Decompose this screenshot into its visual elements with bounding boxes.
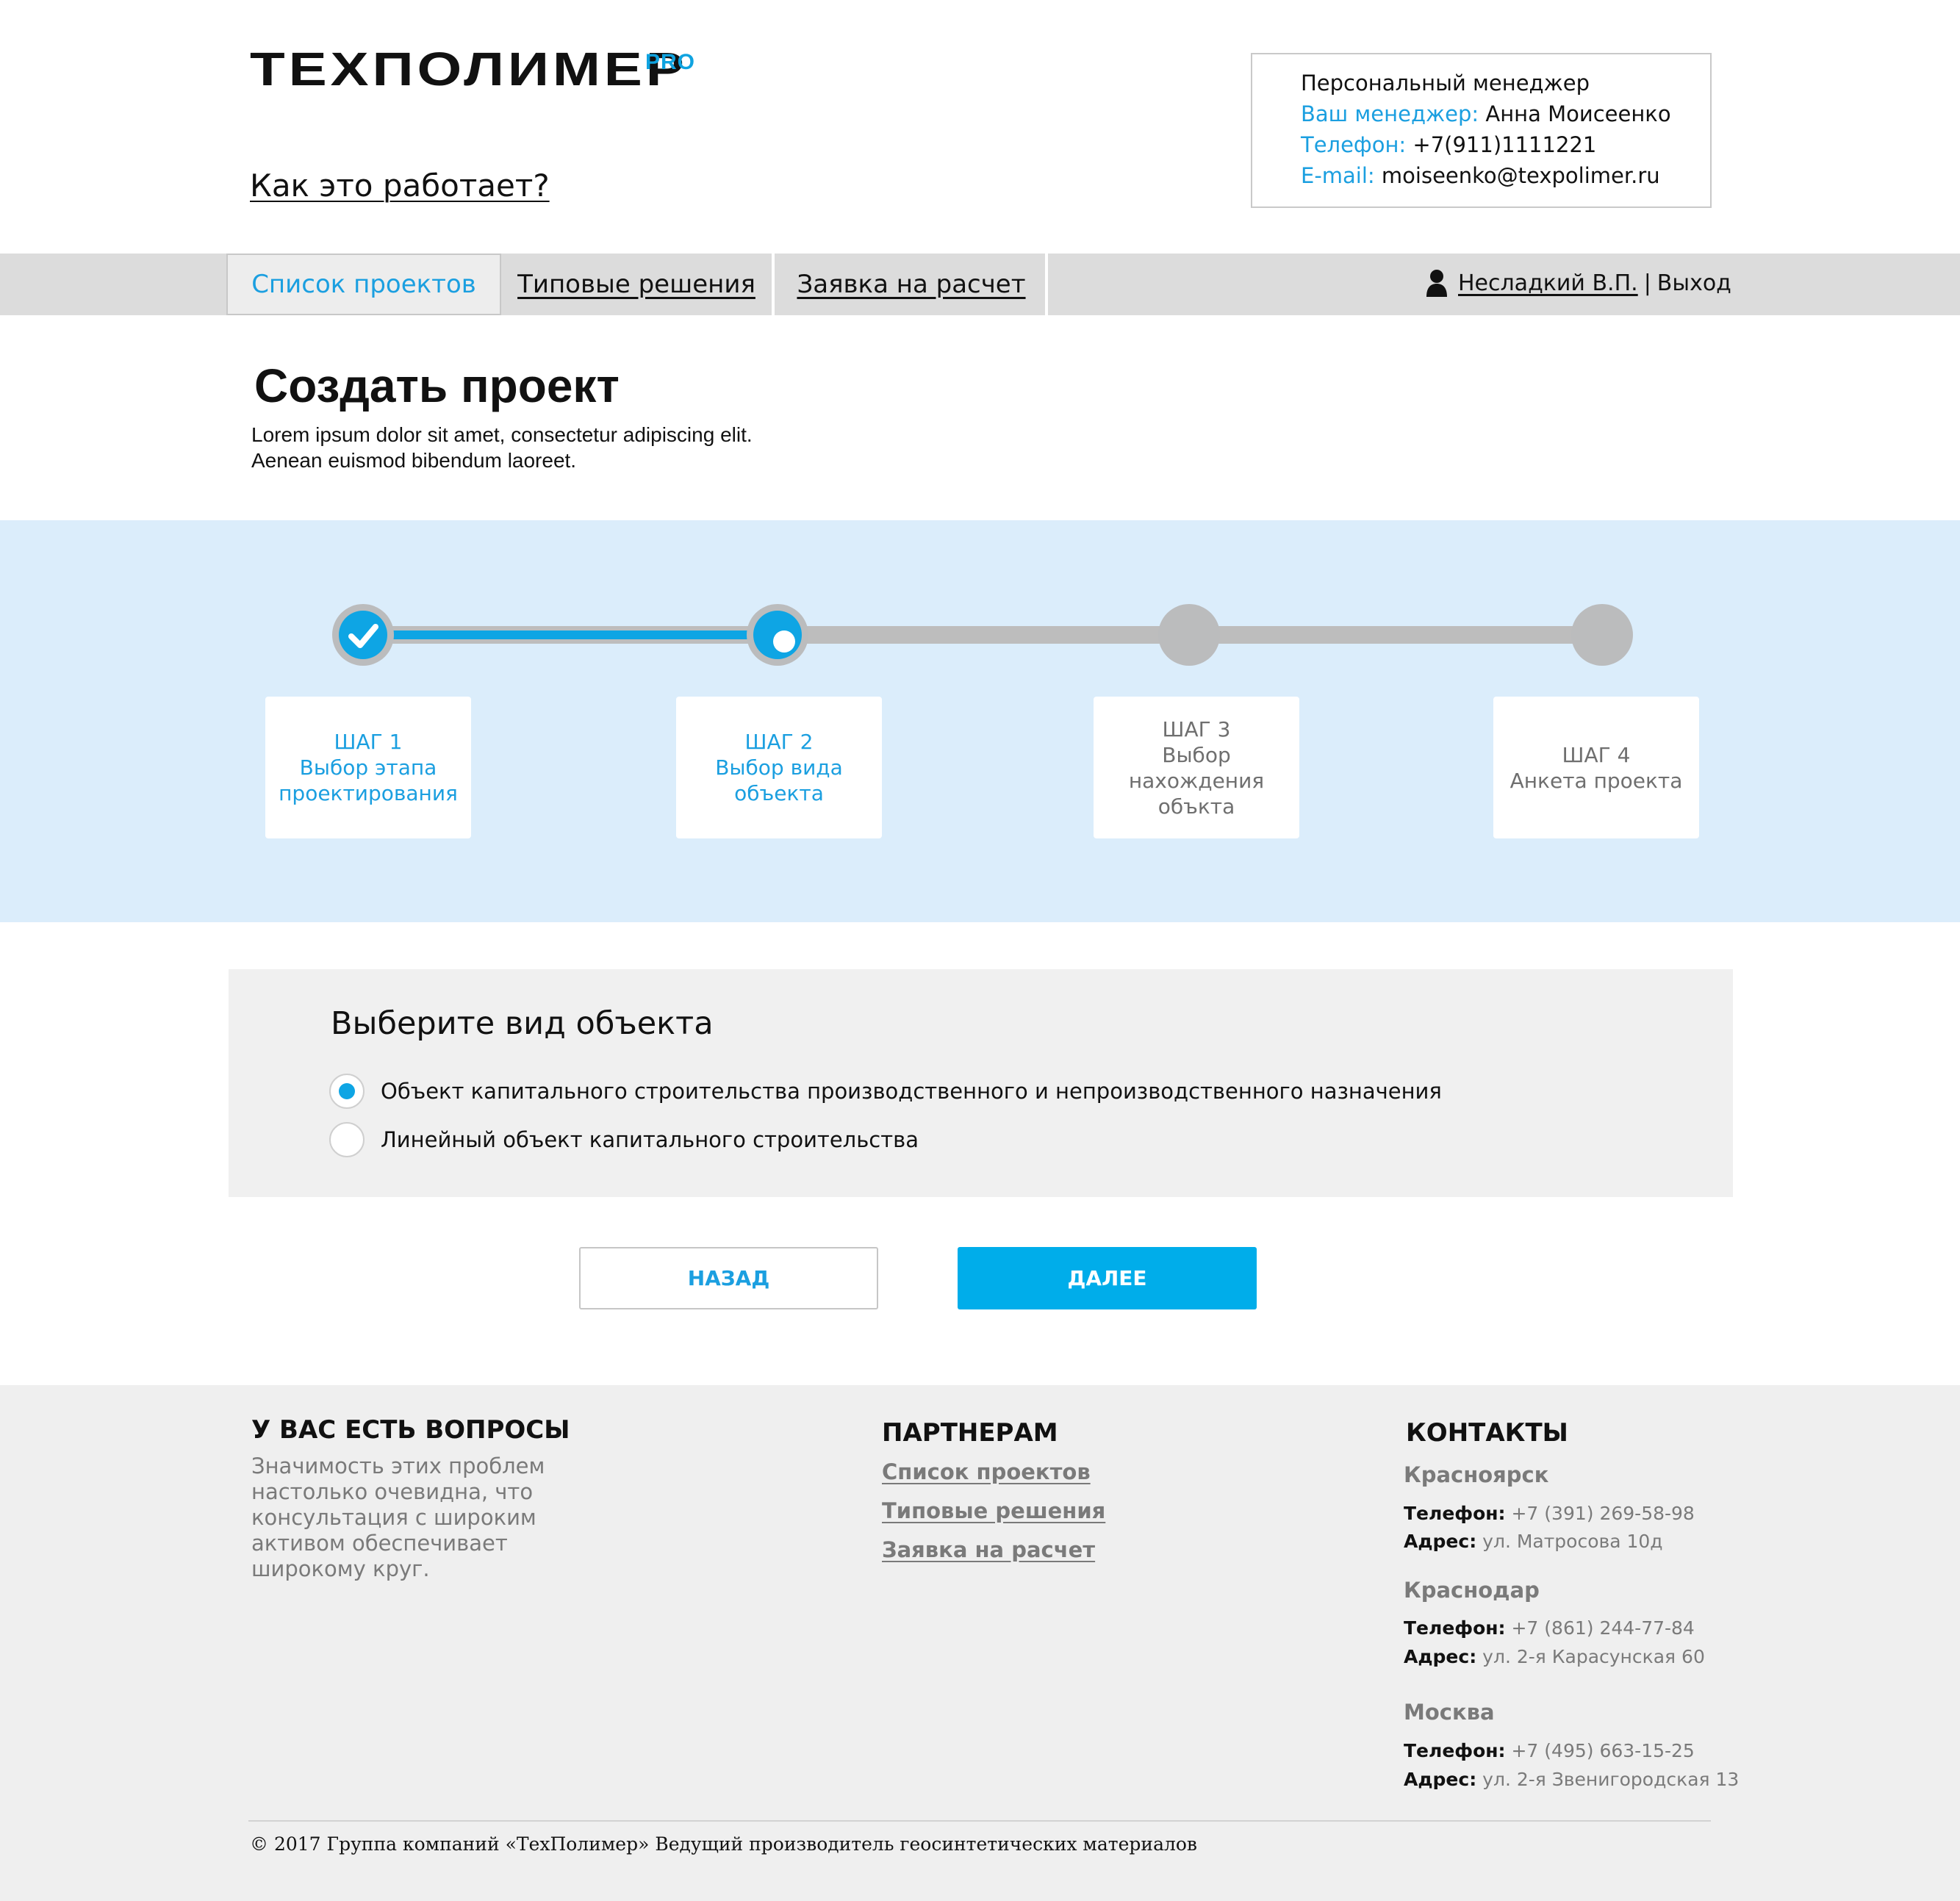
object-type-option-capital[interactable]: Объект капитального строительства произв… (329, 1073, 1442, 1110)
footer-questions-title: У ВАС ЕСТЬ ВОПРОСЫ (251, 1415, 570, 1445)
step-3-node[interactable] (1158, 604, 1220, 666)
footer-contacts-title: КОНТАКТЫ (1406, 1418, 1568, 1448)
manager-phone[interactable]: +7(911)1111221 (1412, 132, 1596, 157)
how-it-works-link[interactable]: Как это работает? (250, 168, 550, 204)
city-phone[interactable]: +7 (861) 244-77-84 (1511, 1617, 1694, 1639)
object-type-title: Выберите вид объекта (331, 1005, 714, 1042)
user-menu: Несладкий В.П. | Выход (1426, 265, 1731, 301)
address-label: Адрес: (1404, 1646, 1477, 1667)
step-number: ШАГ 4 (1562, 742, 1631, 767)
step-label: нахождения (1128, 768, 1265, 793)
footer-copyright: © 2017 Группа компаний «ТехПолимер» Веду… (250, 1833, 1197, 1855)
city-address: ул. Матросова 10д (1482, 1531, 1663, 1552)
step-number: ШАГ 3 (1162, 716, 1231, 741)
footer-text-line: активом обеспечивает (251, 1531, 508, 1556)
logout-link[interactable]: Выход (1657, 270, 1731, 296)
footer-text-line: Значимость этих проблем (251, 1453, 545, 1478)
user-icon (1426, 270, 1447, 297)
step-card-3[interactable]: ШАГ 3 Выбор нахождения объкта (1094, 697, 1299, 838)
step-label: Выбор этапа (299, 755, 437, 780)
logo[interactable]: ТЕХПОЛИМЕР (250, 46, 688, 93)
city-address-row: Адрес: ул. 2-я Звенигородская 13 (1404, 1769, 1739, 1790)
next-button[interactable]: ДАЛЕЕ (958, 1247, 1257, 1309)
footer-link-calculation-request[interactable]: Заявка на расчет (882, 1537, 1095, 1562)
city-address-row: Адрес: ул. Матросова 10д (1404, 1531, 1663, 1552)
footer-text-line: широкому круг. (251, 1556, 430, 1581)
back-button[interactable]: НАЗАД (579, 1247, 878, 1309)
manager-name: Анна Моисеенко (1485, 101, 1671, 126)
step-number: ШАГ 2 (744, 730, 814, 754)
footer-divider (248, 1820, 1711, 1822)
stepper-progress (390, 630, 779, 639)
city-address: ул. 2-я Карасунская 60 (1482, 1646, 1705, 1667)
step-label: Анкета проекта (1510, 768, 1683, 793)
checkmark-icon (348, 624, 378, 648)
radio-unchecked-icon[interactable] (329, 1122, 365, 1157)
page-title: Создать проект (254, 359, 620, 412)
active-dot-icon (773, 630, 795, 653)
footer-text-line: консультация с широким (251, 1505, 536, 1530)
phone-label: Телефон: (1404, 1740, 1506, 1761)
user-name-link[interactable]: Несладкий В.П. (1458, 270, 1638, 296)
city-name: Красноярск (1404, 1462, 1549, 1487)
step-label: объекта (734, 781, 824, 805)
city-phone[interactable]: +7 (495) 663-15-25 (1511, 1740, 1694, 1761)
page-description-line: Aenean euismod bibendum laoreet. (251, 449, 577, 472)
radio-checked-icon[interactable] (329, 1074, 365, 1109)
address-label: Адрес: (1404, 1531, 1477, 1552)
city-address: ул. 2-я Звенигородская 13 (1482, 1769, 1740, 1790)
footer-link-typical-solutions[interactable]: Типовые решения (882, 1498, 1105, 1523)
user-menu-separator: | (1643, 270, 1651, 296)
step-card-1[interactable]: ШАГ 1 Выбор этапа проектирования (265, 697, 471, 838)
city-phone-row: Телефон: +7 (391) 269-58-98 (1404, 1503, 1695, 1524)
footer-partners-title: ПАРТНЕРАМ (882, 1418, 1058, 1448)
city-address-row: Адрес: ул. 2-я Карасунская 60 (1404, 1646, 1705, 1667)
footer-questions-text: Значимость этих проблем настолько очевид… (251, 1453, 545, 1582)
step-number: ШАГ 1 (334, 730, 403, 754)
city-phone-row: Телефон: +7 (495) 663-15-25 (1404, 1740, 1695, 1761)
step-label: объкта (1157, 794, 1235, 819)
page-description-line: Lorem ipsum dolor sit amet, consectetur … (251, 423, 753, 446)
footer-link-project-list[interactable]: Список проектов (882, 1459, 1091, 1484)
step-2-node[interactable] (747, 604, 808, 666)
tab-calculation-request[interactable]: Заявка на расчет (778, 254, 1048, 315)
footer-text-line: настолько очевидна, что (251, 1479, 534, 1504)
step-label: Выбор вида (715, 755, 843, 780)
step-label: проектирования (279, 781, 458, 805)
option-label: Объект капитального строительства произв… (381, 1079, 1442, 1104)
step-1-node[interactable] (332, 604, 394, 666)
step-label: Выбор (1162, 742, 1231, 767)
page-description: Lorem ipsum dolor sit amet, consectetur … (251, 422, 913, 473)
manager-phone-label: Телефон: (1301, 132, 1407, 157)
manager-card-title: Персональный менеджер (1301, 71, 1590, 96)
manager-email-label: E-mail: (1301, 163, 1375, 188)
city-name: Москва (1404, 1700, 1495, 1725)
logo-pro-badge: PRO (645, 50, 696, 74)
step-card-4[interactable]: ШАГ 4 Анкета проекта (1493, 697, 1699, 838)
object-type-option-linear[interactable]: Линейный объект капитального строительст… (329, 1121, 919, 1158)
manager-email[interactable]: moiseenko@texpolimer.ru (1382, 163, 1660, 188)
address-label: Адрес: (1404, 1769, 1477, 1790)
city-name: Краснодар (1404, 1578, 1540, 1603)
tab-typical-solutions[interactable]: Типовые решения (501, 254, 775, 315)
phone-label: Телефон: (1404, 1617, 1506, 1639)
city-phone-row: Телефон: +7 (861) 244-77-84 (1404, 1617, 1695, 1639)
manager-label: Ваш менеджер: (1301, 101, 1479, 126)
tab-project-list[interactable]: Список проектов (226, 254, 501, 315)
step-card-2[interactable]: ШАГ 2 Выбор вида объекта (676, 697, 882, 838)
step-4-node[interactable] (1571, 604, 1633, 666)
city-phone[interactable]: +7 (391) 269-58-98 (1511, 1503, 1694, 1524)
manager-card: Персональный менеджер Ваш менеджер: Анна… (1251, 53, 1712, 208)
option-label: Линейный объект капитального строительст… (381, 1127, 919, 1152)
phone-label: Телефон: (1404, 1503, 1506, 1524)
